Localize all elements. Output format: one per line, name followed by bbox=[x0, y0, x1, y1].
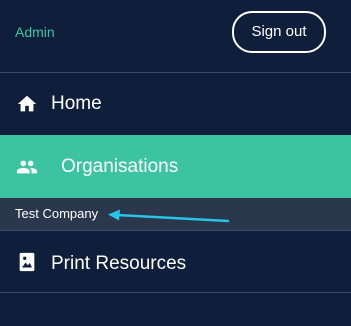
sidebar-item-print-resources[interactable]: Print Resources bbox=[0, 231, 351, 293]
sidebar-item-label: Organisations bbox=[61, 156, 179, 177]
sidebar-item-organisations[interactable]: Organisations bbox=[0, 135, 351, 198]
home-icon bbox=[16, 93, 38, 115]
sidebar-item-label: Home bbox=[51, 93, 102, 114]
sidebar-subitem-test-company[interactable]: Test Company bbox=[15, 206, 98, 221]
sidebar: Admin Sign out Home Organisations Test C… bbox=[0, 0, 351, 326]
sidebar-item-home[interactable]: Home bbox=[0, 73, 351, 135]
sidebar-header: Admin Sign out bbox=[0, 0, 351, 73]
sign-out-button[interactable]: Sign out bbox=[232, 11, 326, 53]
picture-icon bbox=[16, 251, 38, 273]
annotation-arrow-icon bbox=[108, 209, 230, 223]
sidebar-item-label: Print Resources bbox=[51, 253, 187, 274]
people-icon bbox=[16, 156, 38, 178]
role-label: Admin bbox=[15, 24, 55, 40]
